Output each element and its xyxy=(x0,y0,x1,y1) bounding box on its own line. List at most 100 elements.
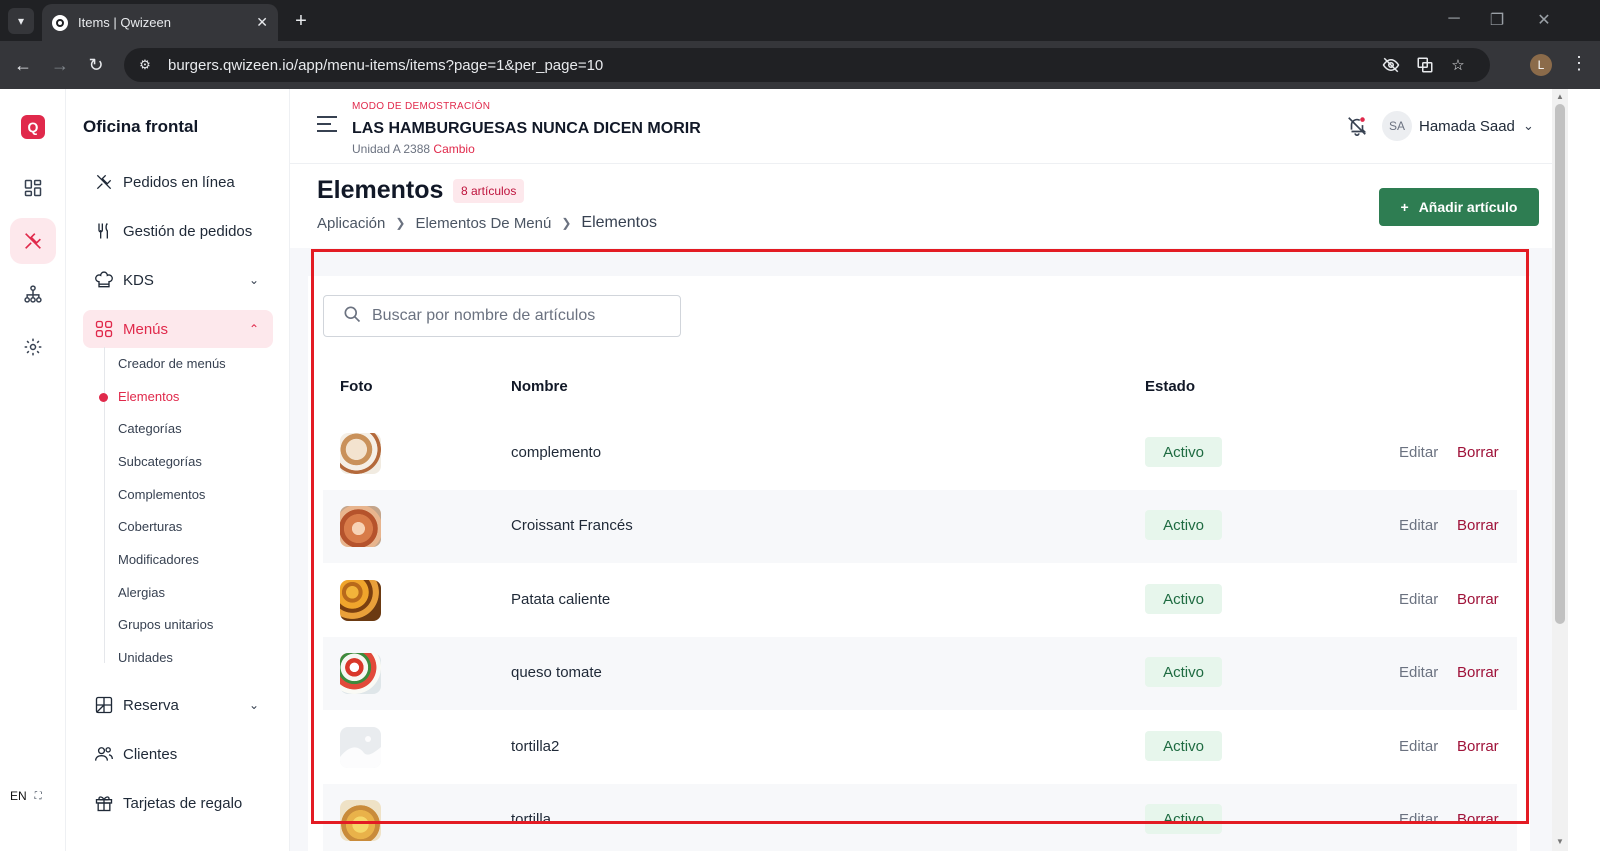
edit-button[interactable]: Editar xyxy=(1399,811,1438,828)
submenu-subcategories[interactable]: Subcategorías xyxy=(118,454,202,469)
sidebar-item-online-orders[interactable]: Pedidos en línea xyxy=(83,163,273,201)
edit-button[interactable]: Editar xyxy=(1399,591,1438,608)
submenu-toppings[interactable]: Coberturas xyxy=(118,519,182,534)
delete-button[interactable]: Borrar xyxy=(1457,591,1499,608)
browser-tab[interactable]: Items | Qwizeen ✕ xyxy=(42,4,278,41)
sidebar-item-gift-cards[interactable]: Tarjetas de regalo xyxy=(83,784,273,822)
item-name: tortilla2 xyxy=(511,738,560,755)
close-window-icon[interactable]: ✕ xyxy=(1534,10,1554,30)
notification-off-icon[interactable] xyxy=(1346,115,1368,142)
submenu-items[interactable]: Elementos xyxy=(118,389,179,404)
table-row[interactable]: tortilla Activo Editar Borrar xyxy=(323,784,1517,851)
sidebar-item-label: Menús xyxy=(123,320,169,338)
table-row[interactable]: complemento Activo Editar Borrar xyxy=(323,417,1517,490)
site-info-icon[interactable]: ⚙ xyxy=(136,56,154,74)
table-row[interactable]: Patata caliente Activo Editar Borrar xyxy=(323,564,1517,637)
column-photo: Foto xyxy=(340,378,373,395)
submenu-modifiers[interactable]: Modificadores xyxy=(118,552,199,567)
edit-button[interactable]: Editar xyxy=(1399,738,1438,755)
edit-button[interactable]: Editar xyxy=(1399,517,1438,534)
chevron-down-icon[interactable]: ⌄ xyxy=(1523,118,1534,134)
chevron-down-icon: ⌄ xyxy=(248,698,259,712)
submenu-categories[interactable]: Categorías xyxy=(118,421,182,436)
sidebar-item-menus[interactable]: Menús ⌃ xyxy=(83,310,273,348)
sidebar-item-customers[interactable]: Clientes xyxy=(83,735,273,773)
user-name[interactable]: Hamada Saad xyxy=(1419,118,1515,135)
column-status[interactable]: Estado xyxy=(1145,378,1195,395)
front-office-icon[interactable] xyxy=(10,218,56,264)
table-row[interactable]: Croissant Francés Activo Editar Borrar xyxy=(323,490,1517,563)
qwizeen-logo[interactable]: Q xyxy=(21,115,45,139)
submenu-addons[interactable]: Complementos xyxy=(118,487,205,502)
chevron-right-icon: ❯ xyxy=(395,216,406,230)
page-scrollbar[interactable]: ▲ ▼ xyxy=(1552,89,1568,851)
demo-mode-label: MODO DE DEMOSTRACIÓN xyxy=(352,101,491,112)
edit-button[interactable]: Editar xyxy=(1399,664,1438,681)
settings-gear-icon[interactable] xyxy=(10,324,56,370)
column-name[interactable]: Nombre xyxy=(511,378,568,395)
sidebar: Oficina frontal Pedidos en línea Gestión… xyxy=(66,89,290,851)
sidebar-item-order-management[interactable]: Gestión de pedidos xyxy=(83,212,273,250)
back-icon[interactable]: ← xyxy=(13,55,33,76)
sidebar-item-kds[interactable]: KDS ⌄ xyxy=(83,261,273,299)
image-placeholder-icon xyxy=(340,727,381,768)
breadcrumb-current: Elementos xyxy=(581,214,657,231)
translate-icon[interactable] xyxy=(1415,56,1435,78)
restore-icon[interactable]: ❐ xyxy=(1487,10,1507,30)
submenu-menu-builder[interactable]: Creador de menús xyxy=(118,356,226,371)
app-header: MODO DE DEMOSTRACIÓN LAS HAMBURGUESAS NU… xyxy=(290,89,1552,164)
delete-button[interactable]: Borrar xyxy=(1457,517,1499,534)
dashboard-icon[interactable] xyxy=(10,165,56,211)
submenu-units[interactable]: Unidades xyxy=(118,650,173,665)
new-tab-button[interactable]: + xyxy=(288,8,314,34)
item-name: Croissant Francés xyxy=(511,517,633,534)
search-input[interactable]: Buscar por nombre de artículos xyxy=(323,295,681,337)
sidebar-item-label: Pedidos en línea xyxy=(123,173,235,191)
edit-button[interactable]: Editar xyxy=(1399,444,1438,461)
status-badge: Activo xyxy=(1145,437,1222,467)
profile-avatar[interactable]: L xyxy=(1530,54,1552,76)
item-photo-potato xyxy=(340,580,381,621)
delete-button[interactable]: Borrar xyxy=(1457,738,1499,755)
scroll-down-icon[interactable]: ▼ xyxy=(1556,837,1564,846)
eye-off-icon[interactable] xyxy=(1381,56,1401,78)
minimize-icon[interactable]: ─ xyxy=(1444,10,1464,28)
hamburger-menu-icon[interactable] xyxy=(317,116,337,137)
breadcrumb: Aplicación ❯ Elementos De Menú ❯ Element… xyxy=(317,214,657,232)
favicon-icon xyxy=(52,14,68,31)
change-unit-link[interactable]: Cambio xyxy=(433,142,474,156)
forward-icon[interactable]: → xyxy=(50,55,70,76)
table-row[interactable]: queso tomate Activo Editar Borrar xyxy=(323,637,1517,710)
submenu-allergies[interactable]: Alergias xyxy=(118,585,165,600)
scrollbar-thumb[interactable] xyxy=(1555,104,1565,624)
address-bar[interactable]: ⚙ burgers.qwizeen.io/app/menu-items/item… xyxy=(124,48,1490,82)
tab-list-button[interactable]: ▾ xyxy=(8,8,34,34)
chef-hat-icon xyxy=(93,269,115,291)
table-row[interactable]: tortilla2 Activo Editar Borrar xyxy=(323,711,1517,784)
status-badge: Activo xyxy=(1145,657,1222,687)
breadcrumb-menu-items[interactable]: Elementos De Menú xyxy=(415,215,551,232)
tab-title: Items | Qwizeen xyxy=(78,15,171,30)
status-badge: Activo xyxy=(1145,584,1222,614)
plus-icon: + xyxy=(1400,199,1409,215)
add-item-button[interactable]: + Añadir artículo xyxy=(1379,188,1539,226)
browser-menu-icon[interactable]: ⋮ xyxy=(1570,53,1588,74)
close-tab-icon[interactable]: ✕ xyxy=(256,14,268,31)
hierarchy-icon[interactable] xyxy=(10,271,56,317)
reload-icon[interactable]: ↻ xyxy=(86,55,106,76)
delete-button[interactable]: Borrar xyxy=(1457,444,1499,461)
submenu-unit-groups[interactable]: Grupos unitarios xyxy=(118,617,213,632)
language-switch[interactable]: EN ⛶ xyxy=(10,789,42,803)
sidebar-item-reservation[interactable]: Reserva ⌄ xyxy=(83,686,273,724)
url-text: burgers.qwizeen.io/app/menu-items/items?… xyxy=(168,56,604,74)
avatar[interactable]: SA xyxy=(1382,111,1412,141)
breadcrumb-app[interactable]: Aplicación xyxy=(317,215,385,232)
delete-button[interactable]: Borrar xyxy=(1457,811,1499,828)
bookmark-star-icon[interactable]: ☆ xyxy=(1448,56,1468,74)
scroll-up-icon[interactable]: ▲ xyxy=(1556,92,1564,101)
sidebar-item-label: KDS xyxy=(123,271,154,289)
chevron-up-icon: ⌃ xyxy=(248,322,259,336)
delete-button[interactable]: Borrar xyxy=(1457,664,1499,681)
sidebar-title: Oficina frontal xyxy=(83,117,199,136)
search-icon xyxy=(342,304,362,329)
